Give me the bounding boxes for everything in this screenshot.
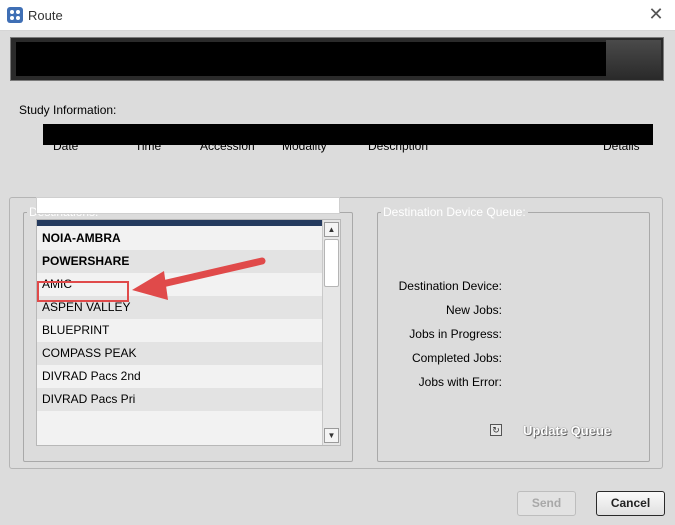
- destinations-list[interactable]: NOIA-AMBRA POWERSHARE AMIC ASPEN VALLEY …: [36, 219, 341, 446]
- list-empty-space: [37, 411, 323, 445]
- update-queue-button[interactable]: Update Queue: [523, 423, 611, 438]
- title-bar: Route ✕: [0, 0, 675, 31]
- banner-end-panel: [606, 40, 661, 78]
- list-scrollbar[interactable]: ▲ ▼: [322, 220, 340, 445]
- list-item-divrad-pacs-pri[interactable]: DIVRAD Pacs Pri: [37, 388, 323, 411]
- list-item-powershare[interactable]: POWERSHARE: [37, 250, 323, 273]
- list-item-divrad-pacs-2nd[interactable]: DIVRAD Pacs 2nd: [37, 365, 323, 388]
- queue-label-new-jobs: New Jobs:: [445, 303, 502, 317]
- update-queue-icon[interactable]: ↻: [490, 424, 502, 436]
- scroll-thumb[interactable]: [324, 239, 339, 287]
- queue-label-completed-jobs: Completed Jobs:: [411, 351, 502, 365]
- patient-banner: [10, 37, 664, 81]
- queue-label-destination-device: Destination Device:: [398, 279, 502, 293]
- cancel-button[interactable]: Cancel: [596, 491, 665, 516]
- destination-filter-input[interactable]: [36, 197, 340, 214]
- queue-label-jobs-in-progress: Jobs in Progress:: [409, 327, 502, 341]
- list-item-compass-peak[interactable]: COMPASS PEAK: [37, 342, 323, 365]
- list-header: [37, 220, 323, 226]
- app-grid-icon: [7, 7, 23, 23]
- scroll-down-icon[interactable]: ▼: [324, 428, 339, 443]
- study-info-label: Study Information:: [19, 103, 117, 117]
- window-title: Route: [28, 8, 63, 23]
- destination-queue-legend: Destination Device Queue:: [383, 205, 526, 219]
- scroll-up-icon[interactable]: ▲: [324, 222, 339, 237]
- close-icon[interactable]: ✕: [647, 5, 665, 23]
- patient-banner-redacted: [16, 42, 606, 76]
- queue-label-jobs-with-error: Jobs with Error:: [418, 375, 502, 389]
- list-item-noia-ambra[interactable]: NOIA-AMBRA: [37, 227, 323, 250]
- list-item-blueprint[interactable]: BLUEPRINT: [37, 319, 323, 342]
- study-row-redacted[interactable]: [43, 124, 653, 145]
- annotation-highlight-box: [37, 281, 129, 302]
- send-button[interactable]: Send: [517, 491, 576, 516]
